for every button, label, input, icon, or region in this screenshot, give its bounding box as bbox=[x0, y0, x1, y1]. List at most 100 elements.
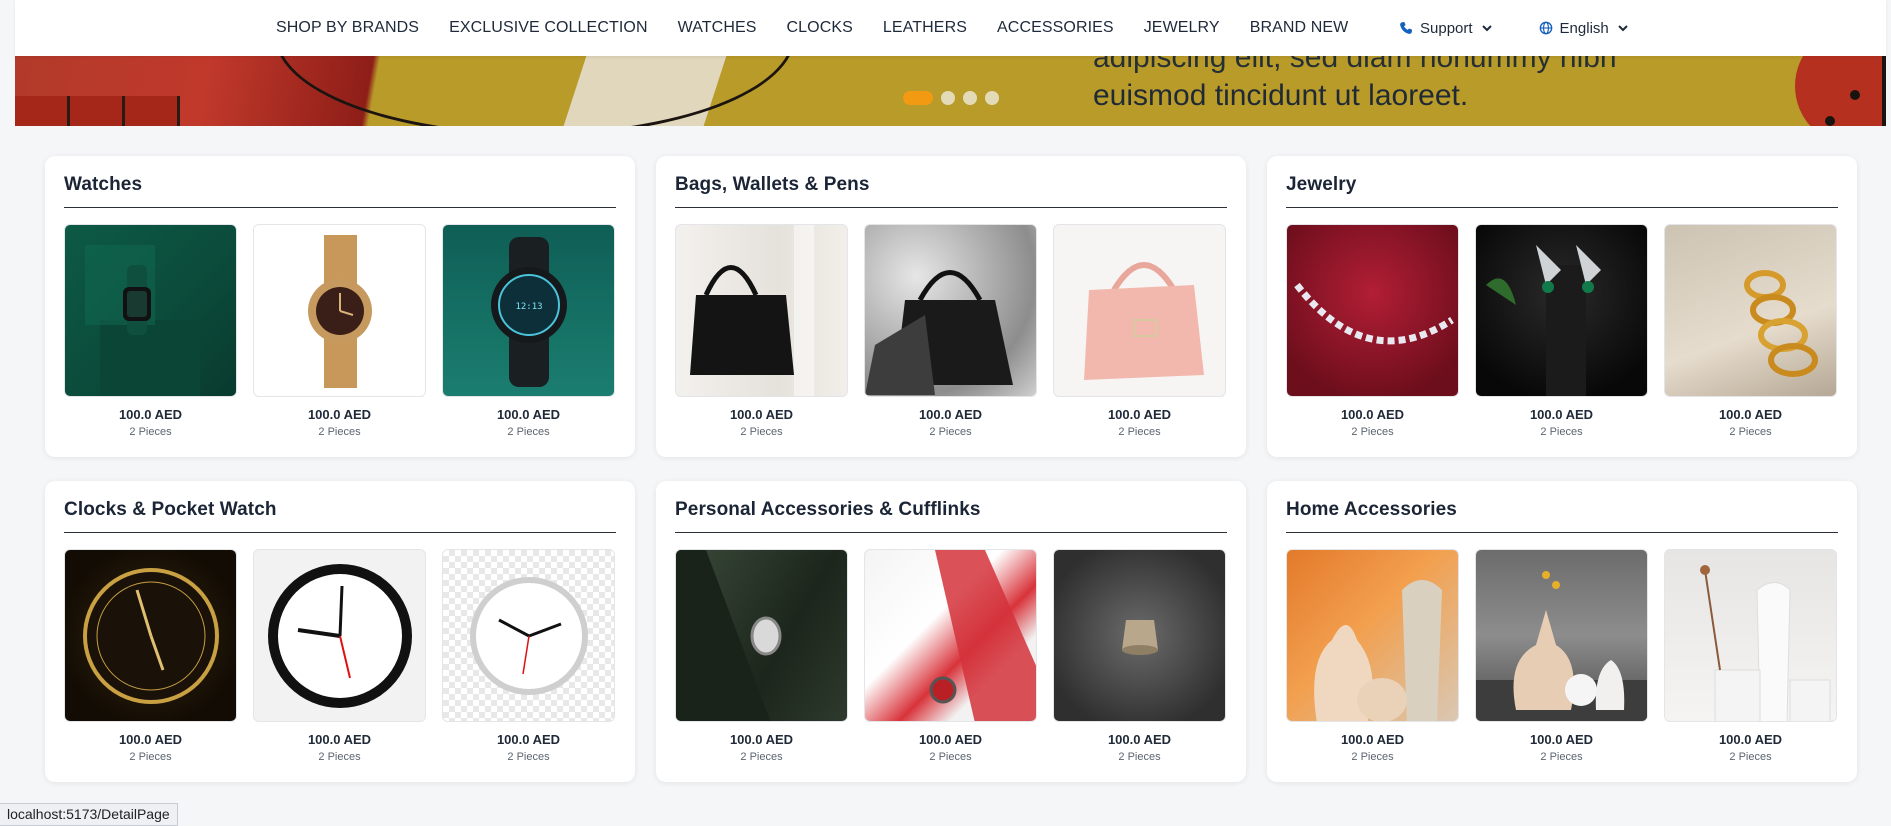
category-card-accessories: Personal Accessories & Cufflinks 100.0 A… bbox=[656, 481, 1246, 782]
product-pieces: 2 Pieces bbox=[929, 751, 972, 763]
product-card[interactable]: 100.0 AED 2 Pieces bbox=[864, 224, 1037, 438]
product-card[interactable]: 100.0 AED 2 Pieces bbox=[1664, 549, 1837, 763]
nav-utilities: Support English bbox=[1399, 0, 1675, 56]
category-title: Home Accessories bbox=[1286, 499, 1457, 520]
product-image bbox=[1053, 224, 1226, 397]
product-price: 100.0 AED bbox=[918, 407, 983, 422]
product-pieces: 2 Pieces bbox=[318, 751, 361, 763]
product-pieces: 2 Pieces bbox=[1351, 751, 1394, 763]
product-price: 100.0 AED bbox=[118, 732, 183, 747]
carousel-dot-3[interactable] bbox=[963, 91, 977, 105]
product-image bbox=[675, 549, 848, 722]
product-pieces: 2 Pieces bbox=[507, 751, 550, 763]
product-pieces: 2 Pieces bbox=[129, 426, 172, 438]
nav-accessories[interactable]: ACCESSORIES bbox=[997, 19, 1114, 37]
product-card[interactable]: 100.0 AED 2 Pieces bbox=[64, 224, 237, 438]
product-card[interactable]: 100.0 AED 2 Pieces bbox=[253, 224, 426, 438]
hero-text-line: euismod tincidunt ut laoreet. bbox=[1093, 79, 1469, 112]
product-price: 100.0 AED bbox=[918, 732, 983, 747]
category-title: Jewelry bbox=[1286, 174, 1357, 195]
main-menu: SHOP BY BRANDS EXCLUSIVE COLLECTION WATC… bbox=[276, 0, 1378, 56]
product-card[interactable]: 12:13 100.0 AED 2 Pieces bbox=[442, 224, 615, 438]
product-price: 100.0 AED bbox=[1340, 732, 1405, 747]
support-label: Support bbox=[1420, 19, 1473, 37]
hero-banner: adipiscing elit, sed diam nonummy nibh e… bbox=[15, 56, 1886, 126]
support-dropdown[interactable]: Support bbox=[1399, 20, 1493, 37]
product-card[interactable]: 100.0 AED 2 Pieces bbox=[1475, 224, 1648, 438]
product-image bbox=[1053, 549, 1226, 722]
product-card[interactable]: 100.0 AED 2 Pieces bbox=[1286, 549, 1459, 763]
product-pieces: 2 Pieces bbox=[1118, 426, 1161, 438]
product-image bbox=[442, 549, 615, 722]
product-card[interactable]: 100.0 AED 2 Pieces bbox=[675, 224, 848, 438]
product-card[interactable]: 100.0 AED 2 Pieces bbox=[1053, 224, 1226, 438]
product-price: 100.0 AED bbox=[1107, 732, 1172, 747]
product-image bbox=[864, 224, 1037, 397]
nav-brand-new[interactable]: BRAND NEW bbox=[1250, 19, 1349, 37]
product-pieces: 2 Pieces bbox=[318, 426, 361, 438]
category-card-jewelry: Jewelry 100.0 AED 2 Pieces 100.0 AED 2 P… bbox=[1267, 156, 1857, 457]
product-price: 100.0 AED bbox=[1718, 732, 1783, 747]
category-card-bags: Bags, Wallets & Pens 100.0 AED 2 Pieces … bbox=[656, 156, 1246, 457]
product-card[interactable]: 100.0 AED 2 Pieces bbox=[1053, 549, 1226, 763]
nav-clocks[interactable]: CLOCKS bbox=[787, 19, 853, 37]
product-pieces: 2 Pieces bbox=[740, 426, 783, 438]
product-price: 100.0 AED bbox=[496, 732, 561, 747]
nav-exclusive-collection[interactable]: EXCLUSIVE COLLECTION bbox=[449, 19, 648, 37]
product-price: 100.0 AED bbox=[729, 407, 794, 422]
product-price: 100.0 AED bbox=[496, 407, 561, 422]
product-card[interactable]: 100.0 AED 2 Pieces bbox=[1664, 224, 1837, 438]
product-card[interactable]: 100.0 AED 2 Pieces bbox=[1475, 549, 1648, 763]
product-card[interactable]: 100.0 AED 2 Pieces bbox=[864, 549, 1037, 763]
phone-icon bbox=[1399, 21, 1413, 35]
globe-icon bbox=[1539, 21, 1553, 35]
chevron-down-icon bbox=[1617, 22, 1629, 34]
category-card-home-accessories: Home Accessories 100.0 AED 2 Pieces 100.… bbox=[1267, 481, 1857, 782]
product-price: 100.0 AED bbox=[1529, 732, 1594, 747]
carousel-dot-2[interactable] bbox=[941, 91, 955, 105]
product-image bbox=[675, 224, 848, 397]
nav-leathers[interactable]: LEATHERS bbox=[883, 19, 967, 37]
nav-watches[interactable]: WATCHES bbox=[678, 19, 757, 37]
product-pieces: 2 Pieces bbox=[129, 751, 172, 763]
divider bbox=[675, 532, 1227, 533]
product-pieces: 2 Pieces bbox=[1540, 751, 1583, 763]
product-image bbox=[1286, 224, 1459, 397]
language-dropdown[interactable]: English bbox=[1539, 20, 1629, 37]
divider bbox=[675, 207, 1227, 208]
language-label: English bbox=[1559, 19, 1609, 37]
hero-decoration bbox=[1882, 56, 1886, 126]
product-image bbox=[864, 549, 1037, 722]
product-image bbox=[64, 224, 237, 397]
category-title: Clocks & Pocket Watch bbox=[64, 499, 277, 520]
product-price: 100.0 AED bbox=[1529, 407, 1594, 422]
hero-decoration bbox=[15, 96, 180, 126]
product-image bbox=[253, 224, 426, 397]
product-card[interactable]: 100.0 AED 2 Pieces bbox=[675, 549, 848, 763]
category-title: Watches bbox=[64, 174, 143, 195]
carousel-dot-4[interactable] bbox=[985, 91, 999, 105]
product-image bbox=[1475, 224, 1648, 397]
svg-text:12:13: 12:13 bbox=[515, 302, 542, 312]
carousel-dot-1[interactable] bbox=[903, 91, 933, 105]
product-price: 100.0 AED bbox=[1340, 407, 1405, 422]
product-card[interactable]: 100.0 AED 2 Pieces bbox=[442, 549, 615, 763]
product-image: 12:13 bbox=[442, 224, 615, 397]
category-card-clocks: Clocks & Pocket Watch 100.0 AED 2 Pieces… bbox=[45, 481, 635, 782]
hero-decoration bbox=[1795, 56, 1886, 126]
product-image bbox=[1664, 549, 1837, 722]
divider bbox=[1286, 207, 1838, 208]
product-card[interactable]: 100.0 AED 2 Pieces bbox=[64, 549, 237, 763]
divider bbox=[64, 207, 616, 208]
nav-shop-by-brands[interactable]: SHOP BY BRANDS bbox=[276, 19, 419, 37]
product-card[interactable]: 100.0 AED 2 Pieces bbox=[253, 549, 426, 763]
nav-jewelry[interactable]: JEWELRY bbox=[1144, 19, 1220, 37]
product-pieces: 2 Pieces bbox=[1351, 426, 1394, 438]
link-hover-status: localhost:5173/DetailPage bbox=[0, 803, 178, 826]
product-card[interactable]: 100.0 AED 2 Pieces bbox=[1286, 224, 1459, 438]
hero-text-top: adipiscing elit, sed diam nonummy nibh bbox=[1093, 56, 1617, 74]
product-image bbox=[1475, 549, 1648, 722]
product-price: 100.0 AED bbox=[118, 407, 183, 422]
category-card-watches: Watches 100.0 AED 2 Pieces 100.0 AED 2 P… bbox=[45, 156, 635, 457]
product-price: 100.0 AED bbox=[307, 407, 372, 422]
